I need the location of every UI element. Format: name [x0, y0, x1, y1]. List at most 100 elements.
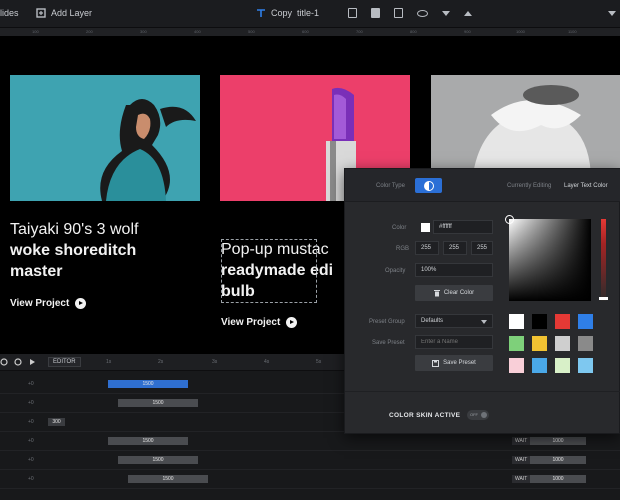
hue-slider-handle[interactable]: [599, 297, 608, 300]
view-project-link-2[interactable]: View Project: [221, 317, 298, 328]
ruler-tick: 100: [32, 29, 39, 34]
timeline-row[interactable]: +0 1500 WAIT 1000: [0, 451, 620, 470]
view-project-label: View Project: [221, 317, 281, 328]
card-image-woman[interactable]: [10, 75, 200, 201]
trash-icon: [433, 289, 440, 296]
view-project-label: View Project: [10, 298, 70, 309]
rgb-r-input[interactable]: 255: [415, 241, 439, 255]
current-color-swatch[interactable]: [421, 223, 430, 232]
rgb-b-input[interactable]: 255: [471, 241, 493, 255]
preset-swatch[interactable]: [509, 336, 524, 351]
preset-swatch[interactable]: [509, 314, 524, 329]
timeline-bar[interactable]: 1500: [108, 437, 188, 445]
timeline-settings-icon[interactable]: [0, 358, 8, 366]
save-icon: [432, 359, 440, 367]
row-offset: +0: [28, 457, 34, 463]
timeline-end-bar[interactable]: 1000: [530, 475, 586, 483]
copy-button[interactable]: Copy title-1: [256, 8, 319, 18]
color-label: Color: [392, 225, 407, 231]
ruler-tick: 1100: [568, 29, 577, 34]
save-preset-button[interactable]: Save Preset: [415, 355, 493, 371]
duplicate-icon[interactable]: [348, 8, 357, 18]
row-offset: +0: [28, 438, 34, 444]
menu-chevron-icon[interactable]: [608, 11, 616, 16]
preset-swatch[interactable]: [555, 358, 570, 373]
save-preset-label: Save Preset: [372, 340, 405, 346]
clear-color-button[interactable]: Clear Color: [415, 285, 493, 301]
preset-swatch[interactable]: [532, 358, 547, 373]
view-project-link-1[interactable]: View Project: [10, 298, 87, 309]
timeline-tick: 2s: [158, 359, 164, 365]
preset-swatch[interactable]: [578, 314, 593, 329]
clear-color-label: Clear Color: [443, 290, 475, 296]
timeline-end-bar[interactable]: 1000: [530, 456, 586, 464]
preset-swatch[interactable]: [555, 336, 570, 351]
color-skin-toggle[interactable]: OFF: [467, 410, 489, 420]
timeline-bar[interactable]: 1500: [118, 399, 198, 407]
card-title-line: Taiyaki 90's 3 wolf: [10, 221, 139, 238]
hue-slider[interactable]: [601, 219, 606, 301]
timeline-bar[interactable]: 1500: [128, 475, 208, 483]
row-offset: +0: [28, 400, 34, 406]
add-layer-button[interactable]: Add Layer: [36, 8, 92, 18]
timeline-tick: 1s: [106, 359, 112, 365]
play-circle-icon: [75, 298, 87, 309]
opacity-input[interactable]: 100%: [415, 263, 493, 277]
currently-editing-value: Layer Text Color: [564, 183, 608, 189]
slides-button[interactable]: lides: [0, 8, 19, 18]
preset-group-select[interactable]: Defaults: [415, 314, 493, 328]
timeline-tick: 3s: [212, 359, 218, 365]
visibility-icon[interactable]: [417, 9, 428, 17]
ruler-tick: 900: [464, 29, 471, 34]
slides-label: lides: [0, 8, 19, 18]
loop-icon[interactable]: [14, 358, 22, 366]
selection-box[interactable]: [221, 239, 317, 303]
preset-swatch[interactable]: [578, 336, 593, 351]
preset-group-value: Defaults: [421, 318, 444, 324]
preset-name-input[interactable]: [415, 335, 493, 349]
preset-swatch[interactable]: [578, 358, 593, 373]
timeline-bar[interactable]: 300: [48, 418, 65, 426]
chevron-up-icon[interactable]: [464, 10, 472, 16]
horizontal-ruler: 100 200 300 400 500 600 700 800 900 1000…: [0, 28, 620, 36]
preset-swatch[interactable]: [532, 336, 547, 351]
ruler-tick: 700: [356, 29, 363, 34]
preset-swatch[interactable]: [532, 314, 547, 329]
timeline-tick: 4s: [264, 359, 270, 365]
play-icon[interactable]: [28, 358, 36, 366]
preset-group-label: Preset Group: [369, 319, 405, 325]
ruler-tick: 300: [140, 29, 147, 34]
ruler-tick: 400: [194, 29, 201, 34]
color-picker-panel: Color Type Currently Editing Layer Text …: [344, 168, 620, 434]
editor-tab[interactable]: EDITOR: [48, 357, 81, 367]
color-picker-handle[interactable]: [505, 215, 514, 224]
color-type-button[interactable]: [415, 178, 442, 193]
timeline-end-bar[interactable]: 1000: [530, 437, 586, 445]
timeline-row[interactable]: +0 1500 WAIT 1000: [0, 470, 620, 489]
preset-swatch[interactable]: [509, 358, 524, 373]
lock-icon[interactable]: [394, 8, 403, 18]
add-layer-label: Add Layer: [51, 8, 93, 18]
color-skin-row: COLOR SKIN ACTIVE OFF: [345, 391, 620, 435]
color-panel-header: Color Type Currently Editing Layer Text …: [345, 169, 620, 202]
wait-label: WAIT: [512, 475, 531, 483]
ruler-tick: 1000: [516, 29, 525, 34]
wait-label: WAIT: [512, 456, 531, 464]
timeline-bar[interactable]: 1500: [118, 456, 198, 464]
card-title-line: woke shoreditch: [10, 242, 137, 259]
color-type-label: Color Type: [376, 183, 405, 189]
timeline-controls: [0, 358, 36, 366]
saturation-value-picker[interactable]: [509, 219, 591, 301]
chevron-down-icon[interactable]: [442, 10, 450, 16]
ruler-tick: 800: [410, 29, 417, 34]
copy-label: Copy: [271, 8, 293, 18]
delete-icon[interactable]: [371, 8, 380, 18]
hex-input[interactable]: #ffffff: [433, 220, 493, 234]
preset-swatch[interactable]: [555, 314, 570, 329]
timeline-bar[interactable]: 1500: [108, 380, 188, 388]
card-title-1[interactable]: Taiyaki 90's 3 wolf woke shoreditch mast…: [10, 219, 210, 282]
rgb-label: RGB: [396, 246, 410, 252]
opacity-label: Opacity: [385, 268, 406, 274]
rgb-g-input[interactable]: 255: [443, 241, 467, 255]
play-circle-icon: [286, 317, 298, 328]
